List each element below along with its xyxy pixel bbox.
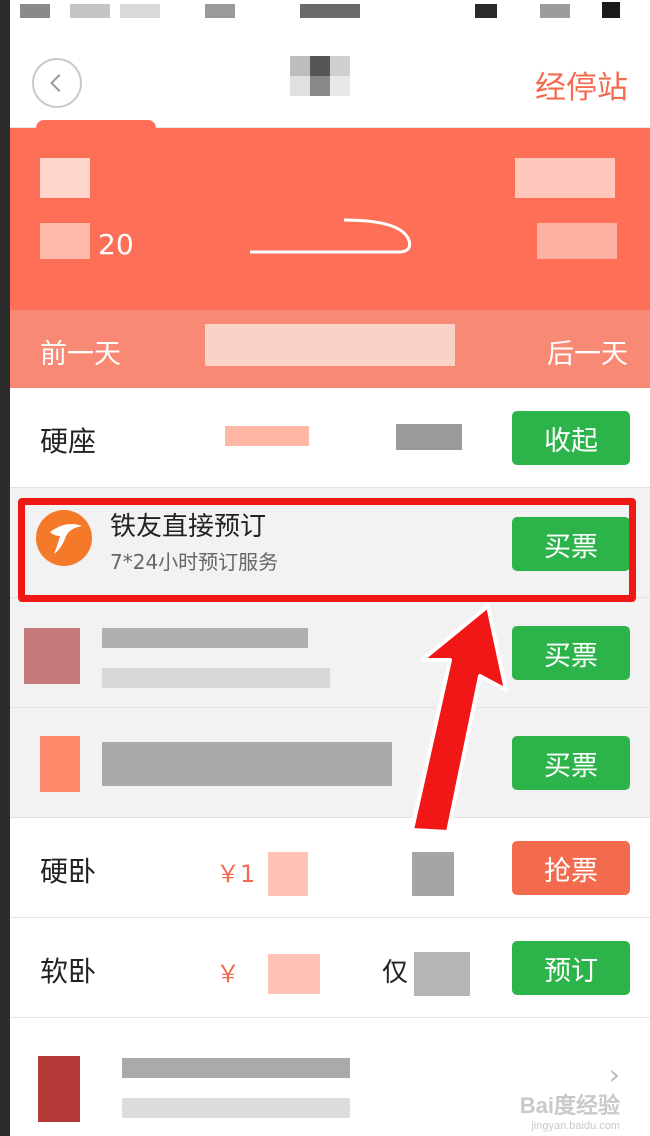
- agent-row[interactable]: 买票: [10, 708, 650, 818]
- watermark: Bai度经验 jingyan.baidu.com: [520, 1088, 620, 1132]
- availability-pixelated: [414, 952, 470, 996]
- buy-ticket-button[interactable]: 买票: [512, 626, 630, 680]
- date-switch-bar: 前一天 后一天: [10, 310, 650, 388]
- left-frame-bar: [0, 0, 10, 1136]
- reserve-button[interactable]: 预订: [512, 941, 630, 995]
- agent-row[interactable]: 买票: [10, 598, 650, 708]
- previous-day-button[interactable]: 前一天: [40, 332, 121, 371]
- departure-time-fragment: 20: [98, 228, 134, 261]
- agent-logo-icon: [38, 1056, 80, 1122]
- stop-stations-link[interactable]: 经停站: [535, 62, 628, 107]
- seat-price: ￥1: [216, 860, 256, 888]
- agent-logo-icon: [40, 736, 80, 792]
- seat-price: ￥: [216, 960, 240, 988]
- chevron-right-icon: ›: [608, 1058, 620, 1091]
- seat-availability: 仅: [382, 958, 409, 988]
- arrival-station-pixelated: [515, 158, 615, 198]
- route-arrow-icon: [250, 218, 412, 254]
- banner-notch: [36, 120, 156, 136]
- agent-row[interactable]: › Bai度经验 jingyan.baidu.com: [10, 1018, 650, 1136]
- agent-subtitle-pixelated: [102, 668, 330, 688]
- price-pixelated: [268, 954, 320, 994]
- departure-station-pixelated: [40, 158, 90, 198]
- availability-pixelated: [396, 424, 462, 450]
- status-bar: [10, 0, 650, 24]
- agent-title-pixelated: [102, 628, 308, 648]
- next-day-button[interactable]: 后一天: [547, 332, 628, 371]
- watermark-sub: jingyan.baidu.com: [531, 1120, 620, 1132]
- seat-row-hard-seat: 硬座 收起: [10, 388, 650, 488]
- buy-ticket-button[interactable]: 买票: [512, 736, 630, 790]
- collapse-button[interactable]: 收起: [512, 411, 630, 465]
- back-button[interactable]: [32, 58, 82, 108]
- agent-subtitle-pixelated: [122, 1098, 350, 1118]
- seat-name: 硬卧: [40, 855, 97, 888]
- price-pixelated: [225, 426, 309, 446]
- seat-name: 软卧: [40, 955, 97, 988]
- agent-title-pixelated: [102, 742, 392, 786]
- departure-time-pixelated: [40, 223, 90, 259]
- grab-ticket-button[interactable]: 抢票: [512, 841, 630, 895]
- seat-row-hard-sleeper: 硬卧 ￥1 抢票: [10, 818, 650, 918]
- seat-row-soft-sleeper: 软卧 ￥ 仅 预订: [10, 918, 650, 1018]
- availability-pixelated: [412, 852, 454, 896]
- agent-title-pixelated: [122, 1058, 350, 1078]
- app-screen: 经停站 20 前一天 后一天 硬座 收起 铁友直接预订 7*24小时预订服务 买…: [10, 0, 650, 1136]
- price-pixelated: [268, 852, 308, 896]
- chevron-left-icon: [50, 74, 61, 92]
- current-date-pixelated[interactable]: [205, 324, 455, 366]
- train-info-banner: 20: [10, 120, 650, 310]
- highlight-box: [18, 498, 636, 602]
- train-number-title: [280, 56, 380, 96]
- agent-logo-icon: [24, 628, 80, 684]
- seat-name: 硬座: [40, 425, 97, 458]
- nav-header: 经停站: [10, 28, 650, 128]
- arrival-time-pixelated: [537, 223, 617, 259]
- watermark-main: Bai度经验: [519, 1093, 620, 1118]
